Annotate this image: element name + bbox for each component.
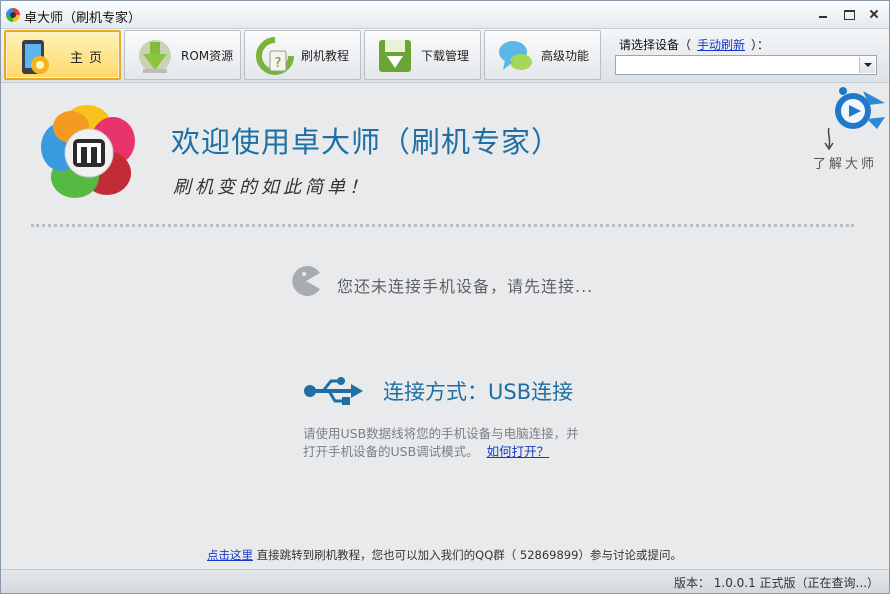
chevron-down-icon[interactable]	[859, 57, 875, 73]
status-bar: 版本： 1.0.0.1 正式版（正在查询...）	[1, 569, 889, 593]
arrow-down-icon	[824, 127, 834, 151]
tab-rom-resources[interactable]: ROM资源	[124, 30, 241, 80]
tutorial-icon: ?	[256, 37, 294, 75]
learn-master-link[interactable]: 了解大师	[813, 153, 877, 172]
tab-tutorial[interactable]: ? 刷机教程	[244, 30, 361, 80]
app-logo-icon	[6, 8, 20, 22]
device-select[interactable]	[615, 55, 877, 75]
no-device-message: 您还未连接手机设备，请先连接...	[337, 277, 594, 296]
home-phone-icon	[22, 40, 49, 74]
click-here-link[interactable]: 点击这里	[207, 548, 253, 562]
tab-download-manager[interactable]: 下载管理	[364, 30, 481, 80]
how-to-open-link[interactable]: 如何打开？	[487, 444, 550, 459]
manual-refresh-link[interactable]: 手动刷新	[697, 38, 745, 52]
tab-download-label: 下载管理	[421, 49, 470, 63]
footer-note: 点击这里 直接跳转到刷机教程，您也可以加入我们的QQ群（ 52869899）参与…	[207, 547, 682, 563]
master-bird-icon[interactable]	[833, 83, 887, 133]
tab-home-label: 主页	[70, 51, 109, 66]
tab-advanced-label: 高级功能	[541, 49, 590, 63]
tab-rom-label: ROM资源	[181, 49, 234, 63]
usb-hint: 请使用USB数据线将您的手机设备与电脑连接，并 打开手机设备的USB调试模式。如…	[303, 425, 579, 461]
app-window: 卓大师（刷机专家） 主页 ROM资源 ? 刷机教程 下载管理 高级功能 请选择设…	[0, 0, 890, 594]
pacman-status-icon	[292, 266, 320, 296]
tab-tutorial-label: 刷机教程	[301, 49, 350, 63]
main-toolbar: 主页 ROM资源 ? 刷机教程 下载管理 高级功能 请选择设备（ 手动刷新 ）：	[1, 29, 889, 83]
download-manager-icon	[379, 40, 411, 72]
svg-text:?: ?	[275, 56, 282, 71]
device-prompt: 请选择设备（	[619, 38, 692, 52]
connection-mode: 连接方式：USB连接	[383, 380, 574, 404]
device-prompt-end: ）：	[751, 38, 770, 52]
main-content: 欢迎使用卓大师（刷机专家） 刷机变的如此简单！ 了解大师 您还未连接手机设备，请…	[1, 83, 889, 569]
slogan: 刷机变的如此简单！	[173, 177, 371, 198]
rom-download-icon	[139, 40, 171, 73]
tab-home[interactable]: 主页	[4, 30, 121, 80]
device-select-label: 请选择设备（ 手动刷新 ）：	[619, 36, 769, 53]
tab-advanced[interactable]: 高级功能	[484, 30, 601, 80]
title-bar: 卓大师（刷机专家）	[1, 1, 889, 29]
hint-line-2: 打开手机设备的USB调试模式。	[303, 444, 479, 459]
maximize-icon[interactable]	[842, 8, 856, 20]
advanced-chat-icon	[499, 41, 532, 70]
version-info: 版本： 1.0.0.1 正式版（正在查询...）	[673, 576, 879, 590]
divider	[31, 224, 854, 227]
zhuodashi-logo-icon	[41, 105, 135, 198]
window-title: 卓大师（刷机专家）	[24, 11, 142, 26]
hint-line-1: 请使用USB数据线将您的手机设备与电脑连接，并	[303, 426, 579, 441]
usb-icon	[304, 377, 363, 405]
close-icon[interactable]	[867, 8, 881, 20]
footer-note-text: 直接跳转到刷机教程，您也可以加入我们的QQ群（ 52869899）参与讨论或提问…	[253, 548, 682, 562]
welcome-title: 欢迎使用卓大师（刷机专家）	[171, 125, 562, 159]
minimize-icon[interactable]	[816, 8, 830, 20]
